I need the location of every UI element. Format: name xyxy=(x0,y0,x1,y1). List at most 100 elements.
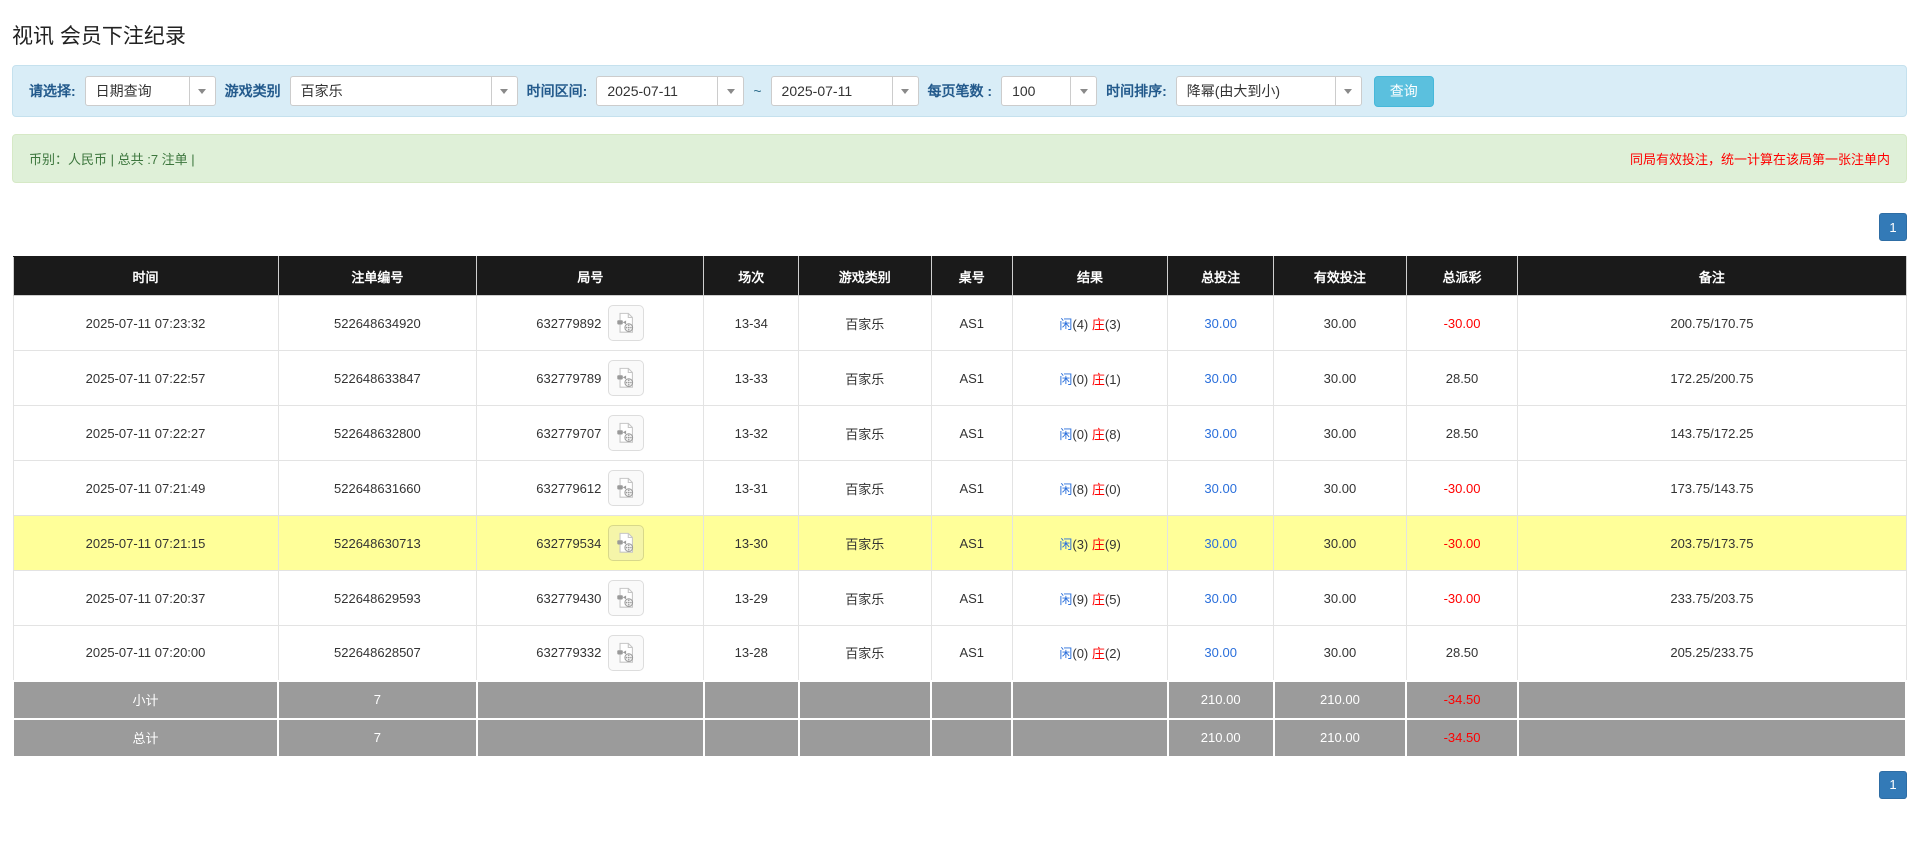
cell-table-no: AS1 xyxy=(931,296,1012,351)
cell-game: 百家乐 xyxy=(799,406,932,461)
total-bet-link[interactable]: 30.00 xyxy=(1204,426,1237,441)
result-player-count: (8) xyxy=(1072,482,1088,497)
query-type-select[interactable]: 日期查询 xyxy=(85,76,216,106)
result-banker-label: 庄 xyxy=(1092,482,1105,497)
cell-remark: 172.25/200.75 xyxy=(1518,351,1906,406)
header-total-bet: 总投注 xyxy=(1168,257,1274,296)
cell-payout: 28.50 xyxy=(1406,351,1518,406)
round-id-text: 632779612 xyxy=(536,481,601,496)
cell-payout: -30.00 xyxy=(1406,296,1518,351)
result-player-label: 闲 xyxy=(1059,646,1072,661)
video-replay-button[interactable] xyxy=(608,305,644,341)
cell-table-no: AS1 xyxy=(931,571,1012,626)
page-number-button-top[interactable]: 1 xyxy=(1879,213,1907,241)
cell-time: 2025-07-11 07:22:57 xyxy=(13,351,278,406)
cell-bet-id: 522648633847 xyxy=(278,351,477,406)
table-row: 2025-07-11 07:21:15 522648630713 6327795… xyxy=(13,516,1906,571)
header-table-no: 桌号 xyxy=(931,257,1012,296)
chevron-down-icon[interactable] xyxy=(189,77,215,105)
chevron-down-icon[interactable] xyxy=(1335,77,1361,105)
table-header-row: 时间 注单编号 局号 场次 游戏类别 桌号 结果 总投注 有效投注 总派彩 备注 xyxy=(13,257,1906,296)
chevron-down-icon[interactable] xyxy=(717,77,743,105)
table-row: 2025-07-11 07:20:37 522648629593 6327794… xyxy=(13,571,1906,626)
video-file-icon xyxy=(615,422,637,444)
cell-session: 13-28 xyxy=(704,626,799,681)
result-player-count: (0) xyxy=(1072,427,1088,442)
header-remark: 备注 xyxy=(1518,257,1906,296)
video-replay-button[interactable] xyxy=(608,525,644,561)
query-type-value: 日期查询 xyxy=(86,77,189,105)
result-player-label: 闲 xyxy=(1059,592,1072,607)
total-bet-link[interactable]: 30.00 xyxy=(1204,645,1237,660)
header-bet-id: 注单编号 xyxy=(278,257,477,296)
date-range-separator: ~ xyxy=(753,83,761,99)
total-bet-link[interactable]: 30.00 xyxy=(1204,591,1237,606)
cell-result: 闲(0) 庄(2) xyxy=(1012,626,1167,681)
date-to-picker[interactable]: 2025-07-11 xyxy=(771,76,919,106)
cell-total-bet: 30.00 xyxy=(1168,626,1274,681)
cell-round-id: 632779707 xyxy=(477,406,704,461)
summary-valid-bet: 210.00 xyxy=(1274,719,1407,757)
cell-result: 闲(9) 庄(5) xyxy=(1012,571,1167,626)
header-valid-bet: 有效投注 xyxy=(1274,257,1407,296)
date-from-picker[interactable]: 2025-07-11 xyxy=(596,76,744,106)
cell-game: 百家乐 xyxy=(799,516,932,571)
result-banker-label: 庄 xyxy=(1092,317,1105,332)
result-player-count: (3) xyxy=(1072,537,1088,552)
total-bet-link[interactable]: 30.00 xyxy=(1204,316,1237,331)
game-category-select[interactable]: 百家乐 xyxy=(290,76,518,106)
cell-game: 百家乐 xyxy=(799,571,932,626)
cell-table-no: AS1 xyxy=(931,516,1012,571)
cell-game: 百家乐 xyxy=(799,351,932,406)
total-bet-link[interactable]: 30.00 xyxy=(1204,371,1237,386)
valid-bet-note: 同局有效投注，统一计算在该局第一张注单内 xyxy=(1630,149,1890,168)
cell-table-no: AS1 xyxy=(931,626,1012,681)
select-type-label: 请选择: xyxy=(29,81,76,101)
cell-game: 百家乐 xyxy=(799,461,932,516)
video-replay-button[interactable] xyxy=(608,415,644,451)
result-banker-count: (3) xyxy=(1105,317,1121,332)
cell-result: 闲(4) 庄(3) xyxy=(1012,296,1167,351)
cell-remark: 173.75/143.75 xyxy=(1518,461,1906,516)
result-player-label: 闲 xyxy=(1059,537,1072,552)
result-player-count: (4) xyxy=(1072,317,1088,332)
video-replay-button[interactable] xyxy=(608,360,644,396)
cell-session: 13-29 xyxy=(704,571,799,626)
cell-time: 2025-07-11 07:21:49 xyxy=(13,461,278,516)
cell-valid-bet: 30.00 xyxy=(1274,296,1407,351)
cell-time: 2025-07-11 07:22:27 xyxy=(13,406,278,461)
time-sort-select[interactable]: 降幂(由大到小) xyxy=(1176,76,1362,106)
table-row: 2025-07-11 07:22:57 522648633847 6327797… xyxy=(13,351,1906,406)
date-from-value: 2025-07-11 xyxy=(597,77,717,105)
result-banker-label: 庄 xyxy=(1092,372,1105,387)
video-file-icon xyxy=(615,532,637,554)
cell-total-bet: 30.00 xyxy=(1168,461,1274,516)
page-number-button-bottom[interactable]: 1 xyxy=(1879,771,1907,799)
cell-remark: 200.75/170.75 xyxy=(1518,296,1906,351)
cell-session: 13-34 xyxy=(704,296,799,351)
result-banker-label: 庄 xyxy=(1092,646,1105,661)
chevron-down-icon[interactable] xyxy=(491,77,517,105)
cell-round-id: 632779332 xyxy=(477,626,704,681)
video-replay-button[interactable] xyxy=(608,470,644,506)
cell-round-id: 632779789 xyxy=(477,351,704,406)
search-button[interactable]: 查询 xyxy=(1374,76,1434,107)
cell-total-bet: 30.00 xyxy=(1168,296,1274,351)
round-id-text: 632779789 xyxy=(536,371,601,386)
game-category-label: 游戏类别 xyxy=(225,81,281,101)
per-page-select[interactable]: 100 xyxy=(1001,76,1097,106)
result-player-label: 闲 xyxy=(1059,372,1072,387)
chevron-down-icon[interactable] xyxy=(892,77,918,105)
cell-round-id: 632779892 xyxy=(477,296,704,351)
table-row: 2025-07-11 07:21:49 522648631660 6327796… xyxy=(13,461,1906,516)
total-bet-link[interactable]: 30.00 xyxy=(1204,481,1237,496)
round-id-text: 632779892 xyxy=(536,316,601,331)
cell-valid-bet: 30.00 xyxy=(1274,571,1407,626)
cell-bet-id: 522648631660 xyxy=(278,461,477,516)
total-bet-link[interactable]: 30.00 xyxy=(1204,536,1237,551)
round-id-text: 632779430 xyxy=(536,591,601,606)
header-game: 游戏类别 xyxy=(799,257,932,296)
chevron-down-icon[interactable] xyxy=(1070,77,1096,105)
video-replay-button[interactable] xyxy=(608,580,644,616)
video-replay-button[interactable] xyxy=(608,635,644,671)
